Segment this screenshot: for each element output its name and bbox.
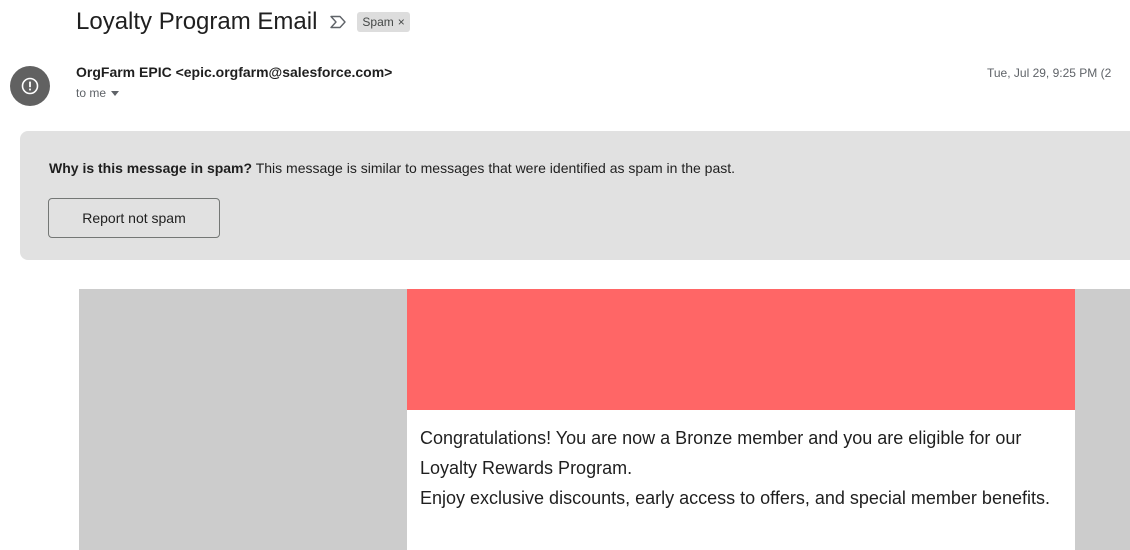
email-content-card: Congratulations! You are now a Bronze me…	[407, 289, 1075, 550]
spam-warning-explanation: This message is similar to messages that…	[252, 160, 736, 176]
body-paragraph-1: Congratulations! You are now a Bronze me…	[420, 428, 1022, 478]
email-view: Loyalty Program Email Spam × OrgFarm EPI…	[0, 0, 1130, 550]
spam-warning-question: Why is this message in spam?	[49, 160, 253, 176]
sender-name[interactable]: OrgFarm EPIC <epic.orgfarm@salesforce.co…	[76, 64, 392, 80]
email-hero-banner	[407, 289, 1075, 410]
email-subject: Loyalty Program Email	[76, 8, 318, 35]
spam-warning-text: Why is this message in spam? This messag…	[49, 160, 735, 176]
spam-alert-icon	[21, 77, 39, 95]
email-body: Congratulations! You are now a Bronze me…	[79, 289, 1130, 550]
sender-avatar	[10, 66, 50, 106]
label-chip-text: Spam	[362, 15, 394, 29]
report-not-spam-button[interactable]: Report not spam	[48, 198, 220, 238]
recipient-row[interactable]: to me	[76, 86, 120, 100]
spam-warning-banner: Why is this message in spam? This messag…	[20, 131, 1130, 260]
close-icon[interactable]: ×	[398, 13, 405, 31]
spam-label-chip: Spam ×	[357, 12, 410, 32]
chevron-down-icon[interactable]	[111, 90, 120, 96]
email-body-text: Congratulations! You are now a Bronze me…	[420, 423, 1060, 513]
importance-marker-glyph	[330, 15, 347, 29]
recipient-label: to me	[76, 86, 107, 100]
body-paragraph-2: Enjoy exclusive discounts, early access …	[420, 488, 1050, 508]
subject-row: Loyalty Program Email Spam ×	[76, 2, 410, 42]
importance-marker-icon[interactable]	[327, 11, 349, 33]
email-timestamp: Tue, Jul 29, 9:25 PM (2	[987, 66, 1112, 80]
